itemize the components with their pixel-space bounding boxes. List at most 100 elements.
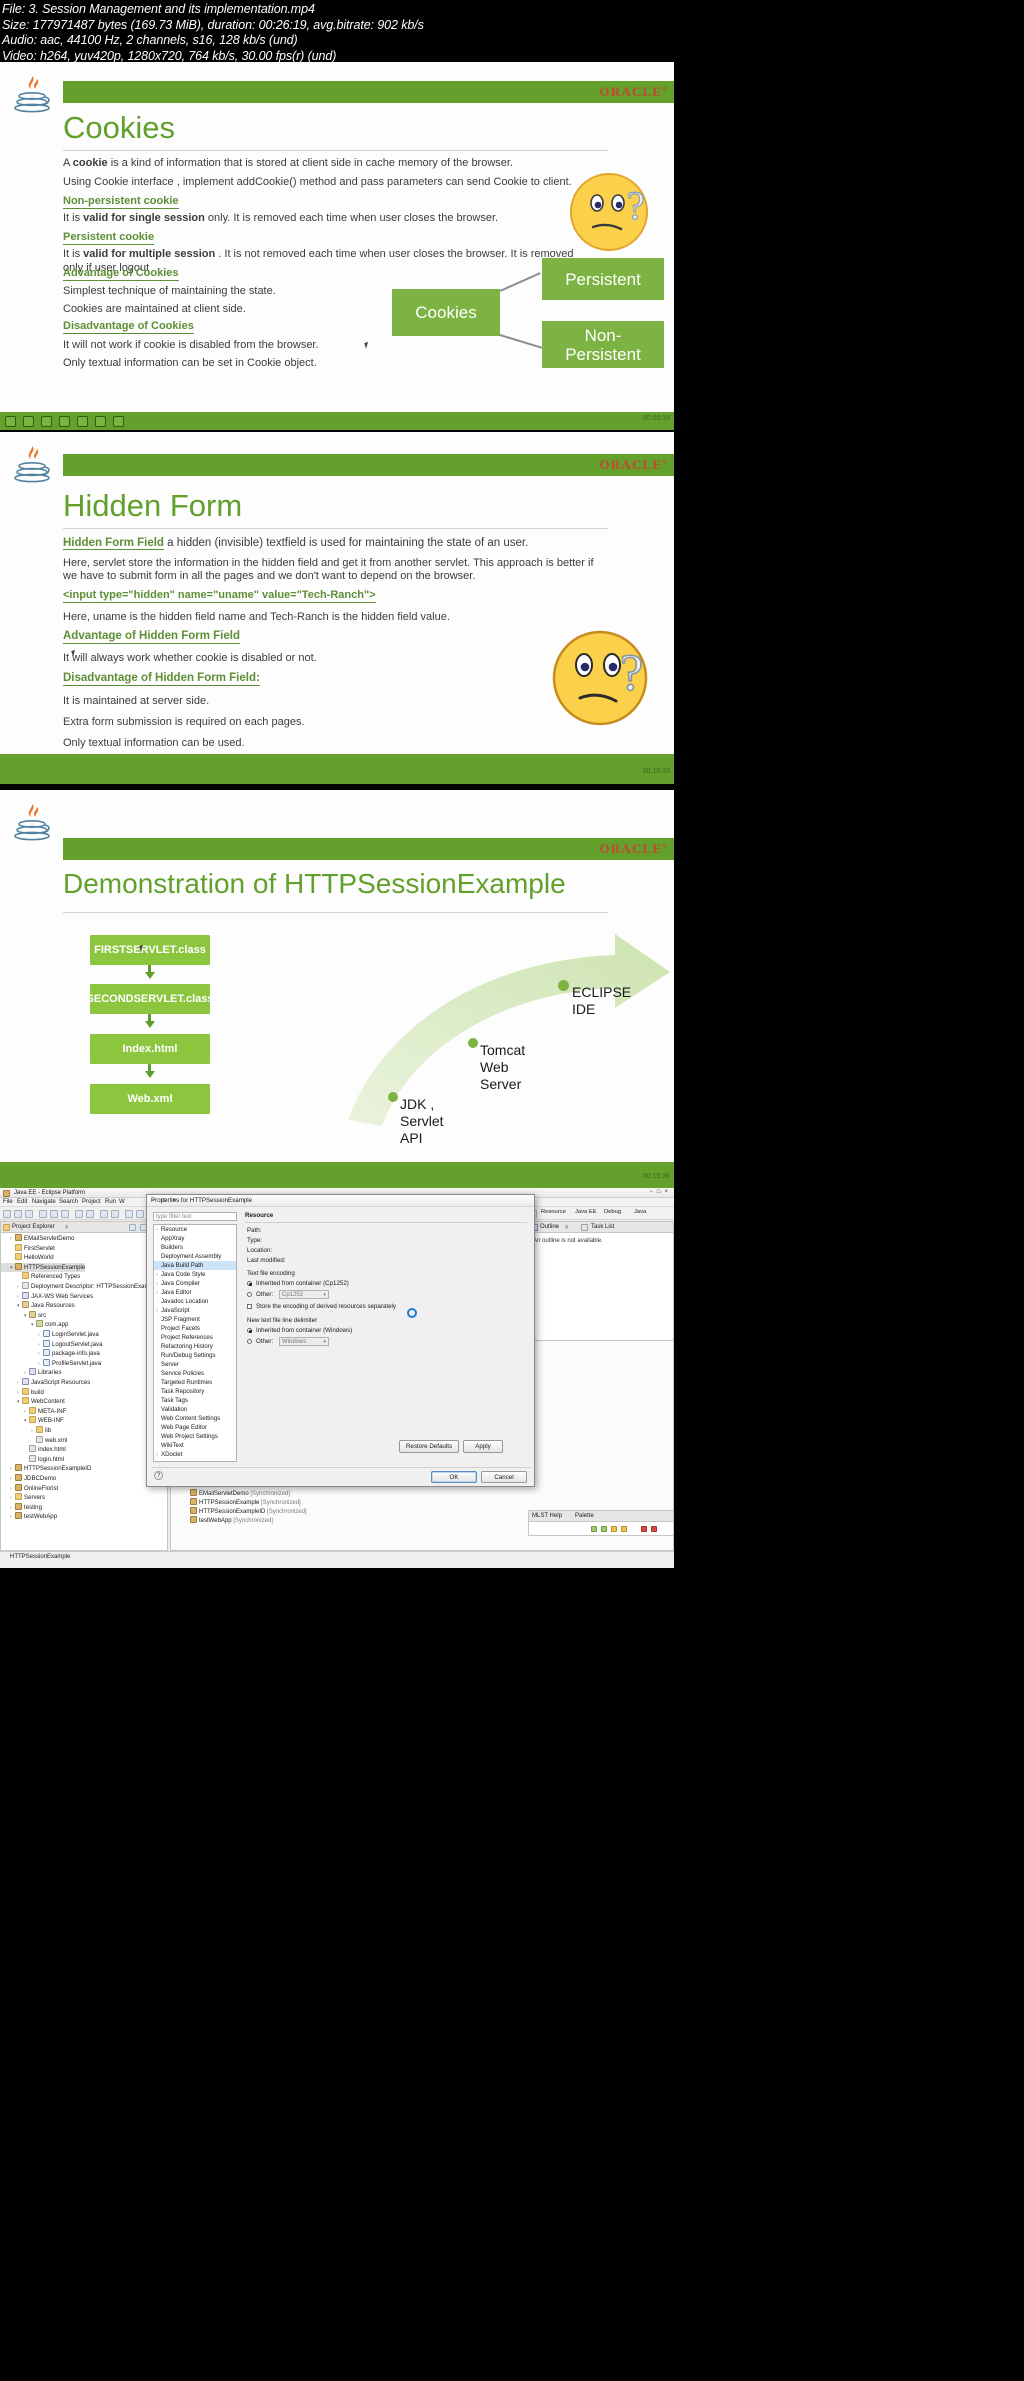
palette-yellow-swatch[interactable]: [611, 1526, 617, 1532]
menu-file[interactable]: File: [3, 1199, 13, 1205]
task-list-tab-label[interactable]: Task List: [591, 1224, 614, 1230]
tree-item-com-app[interactable]: ▾ com.app: [1, 1320, 68, 1330]
window-controls[interactable]: −□×: [649, 1189, 672, 1195]
tree-item-testwebapp[interactable]: › testWebApp: [1, 1512, 57, 1522]
tree-item-lib[interactable]: › lib: [1, 1426, 51, 1436]
sync-row[interactable]: HTTPSessionExample [Synchronized]: [190, 1498, 301, 1506]
tree-item-src[interactable]: ▾ src: [1, 1310, 46, 1321]
play-button[interactable]: [23, 416, 34, 427]
dialog-category-server[interactable]: Server: [154, 1360, 236, 1369]
dialog-category-resource[interactable]: › Resource: [154, 1225, 236, 1234]
menu-window[interactable]: W: [119, 1199, 125, 1205]
palette-yellow-swatch-2[interactable]: [621, 1526, 627, 1532]
tree-item-javascript-resources[interactable]: › JavaScript Resources: [1, 1378, 90, 1388]
dialog-category-web-content-settings[interactable]: Web Content Settings: [154, 1414, 236, 1423]
tree-item-loginservlet-java[interactable]: › LoginServlet.java: [1, 1330, 99, 1340]
tree-item-httpsessionexampleid[interactable]: › HTTPSessionExampleID: [1, 1464, 91, 1474]
palette-red-swatch-2[interactable]: [651, 1526, 657, 1532]
tree-item-jdbcdemo[interactable]: › JDBCDemo: [1, 1474, 56, 1484]
delimiter-other-radio[interactable]: [247, 1339, 252, 1344]
forward-button[interactable]: [136, 1210, 144, 1218]
prev-annotation-button[interactable]: [111, 1210, 119, 1218]
ok-button[interactable]: OK: [431, 1471, 477, 1483]
perspective-resource[interactable]: Resource: [541, 1209, 566, 1215]
palette-tab[interactable]: MLST Help Palette: [529, 1511, 673, 1522]
tree-item-java-resources[interactable]: ▾ Java Resources: [1, 1301, 75, 1311]
sync-row[interactable]: HTTPSessionExampleID [Synchronized]: [190, 1507, 307, 1515]
store-encoding-checkbox[interactable]: [247, 1304, 252, 1309]
screenshot-button[interactable]: [59, 416, 70, 427]
dialog-category-javascript[interactable]: › JavaScript: [154, 1306, 236, 1315]
dialog-category-task-repository[interactable]: Task Repository: [154, 1387, 236, 1396]
tree-item-login-html[interactable]: login.html: [1, 1454, 64, 1465]
menu-edit[interactable]: Edit: [17, 1199, 27, 1205]
encoding-other-radio[interactable]: [247, 1292, 252, 1297]
dialog-category-run-debug-settings[interactable]: Run/Debug Settings: [154, 1351, 236, 1360]
explorer-tab-close-icon[interactable]: ☓: [65, 1224, 68, 1231]
outline-tab-close-icon[interactable]: ☓: [565, 1224, 568, 1231]
palette-green-swatch-2[interactable]: [601, 1526, 607, 1532]
dialog-category-targeted-runtimes[interactable]: Targeted Runtimes: [154, 1378, 236, 1387]
tree-item-deployment-descriptor-httpsessionexam[interactable]: › Deployment Descriptor: HTTPSessionExam: [1, 1282, 150, 1292]
tree-item-httpsessionexample[interactable]: ▾ HTTPSessionExample: [1, 1262, 86, 1273]
project-explorer-tab[interactable]: Project Explorer ☓: [1, 1222, 167, 1233]
run-button[interactable]: [50, 1210, 58, 1218]
debug-button[interactable]: [39, 1210, 47, 1218]
dialog-category-web-project-settings[interactable]: Web Project Settings: [154, 1432, 236, 1441]
dialog-category-task-tags[interactable]: Task Tags: [154, 1396, 236, 1405]
tree-item-web-inf[interactable]: ▾ WEB-INF: [1, 1416, 64, 1426]
delimiter-other-combo[interactable]: Windows: [279, 1337, 329, 1347]
tree-item-webcontent[interactable]: ▾ WebContent: [1, 1397, 65, 1407]
menu-run[interactable]: Run: [105, 1199, 116, 1205]
server-button[interactable]: [61, 1210, 69, 1218]
properties-category-tree[interactable]: › Resource AppXray Builders Deployment Assem…: [153, 1224, 237, 1462]
tree-item-jax-ws-web-services[interactable]: › JAX-WS Web Services: [1, 1291, 93, 1302]
tree-item-logoutservlet-java[interactable]: › LogoutServlet.java: [1, 1339, 102, 1350]
new-button[interactable]: [3, 1210, 11, 1218]
properties-dialog[interactable]: Properties for HTTPSessionExample −□× ty…: [146, 1194, 535, 1487]
print-button[interactable]: [25, 1210, 33, 1218]
tree-item-build[interactable]: › build: [1, 1387, 44, 1398]
dialog-category-appxray[interactable]: AppXray: [154, 1234, 236, 1243]
edit-button[interactable]: [77, 416, 88, 427]
project-explorer-tree[interactable]: › EMailServletDemo FirstServlet HelloWorld ▾…: [1, 1234, 167, 1550]
dialog-category-java-code-style[interactable]: › Java Code Style: [154, 1270, 236, 1279]
save-button[interactable]: [14, 1210, 22, 1218]
tree-item-servers[interactable]: › Servers: [1, 1493, 45, 1503]
tree-item-profileservlet-java[interactable]: › ProfileServlet.java: [1, 1358, 101, 1369]
tree-item-web-xml[interactable]: web.xml: [1, 1435, 67, 1446]
tree-item-emailservletdemo[interactable]: › EMailServletDemo: [1, 1234, 74, 1244]
dialog-category-service-policies[interactable]: Service Policies: [154, 1369, 236, 1378]
dialog-category-web-page-editor[interactable]: Web Page Editor: [154, 1423, 236, 1432]
restore-defaults-button[interactable]: Restore Defaults: [399, 1440, 459, 1453]
dialog-category-deployment-assembly[interactable]: Deployment Assembly: [154, 1252, 236, 1261]
perspective-java[interactable]: Java: [634, 1209, 646, 1215]
tree-item-referenced-types[interactable]: Referenced Types: [1, 1272, 80, 1282]
dialog-category-project-facets[interactable]: Project Facets: [154, 1324, 236, 1333]
dialog-category-validation[interactable]: Validation: [154, 1405, 236, 1414]
dialog-category-jsp-fragment[interactable]: JSP Fragment: [154, 1315, 236, 1324]
dialog-category-project-references[interactable]: Project References: [154, 1333, 236, 1342]
back-button[interactable]: [125, 1210, 133, 1218]
tree-item-meta-inf[interactable]: › META-INF: [1, 1406, 66, 1417]
dialog-category-java-compiler[interactable]: › Java Compiler: [154, 1279, 236, 1288]
dialog-category-javadoc-location[interactable]: Javadoc Location: [154, 1297, 236, 1306]
help-button[interactable]: ?: [154, 1471, 163, 1480]
tree-item-package-info-java[interactable]: › package-info.java: [1, 1349, 100, 1359]
perspective-javaee[interactable]: Java EE: [575, 1209, 597, 1215]
perspective-debug[interactable]: Debug: [604, 1209, 621, 1215]
zoom-button[interactable]: [95, 416, 106, 427]
dialog-category-java-editor[interactable]: › Java Editor: [154, 1288, 236, 1297]
cancel-button[interactable]: Cancel: [481, 1471, 527, 1483]
dialog-category-builders[interactable]: Builders: [154, 1243, 236, 1252]
tree-item-testing[interactable]: › testing: [1, 1502, 42, 1513]
help-tab-label[interactable]: MLST Help: [532, 1513, 562, 1519]
video-player-controls[interactable]: 00:05:16: [0, 412, 674, 430]
search-icon[interactable]: [75, 1210, 83, 1218]
next-annotation-button[interactable]: [100, 1210, 108, 1218]
palette-red-swatch[interactable]: [641, 1526, 647, 1532]
tree-item-libraries[interactable]: › Libraries: [1, 1368, 61, 1378]
sync-row[interactable]: EMailServletDemo [Synchronized]: [190, 1489, 290, 1497]
dialog-category-wikitext[interactable]: WikiText: [154, 1441, 236, 1450]
open-type-button[interactable]: [86, 1210, 94, 1218]
